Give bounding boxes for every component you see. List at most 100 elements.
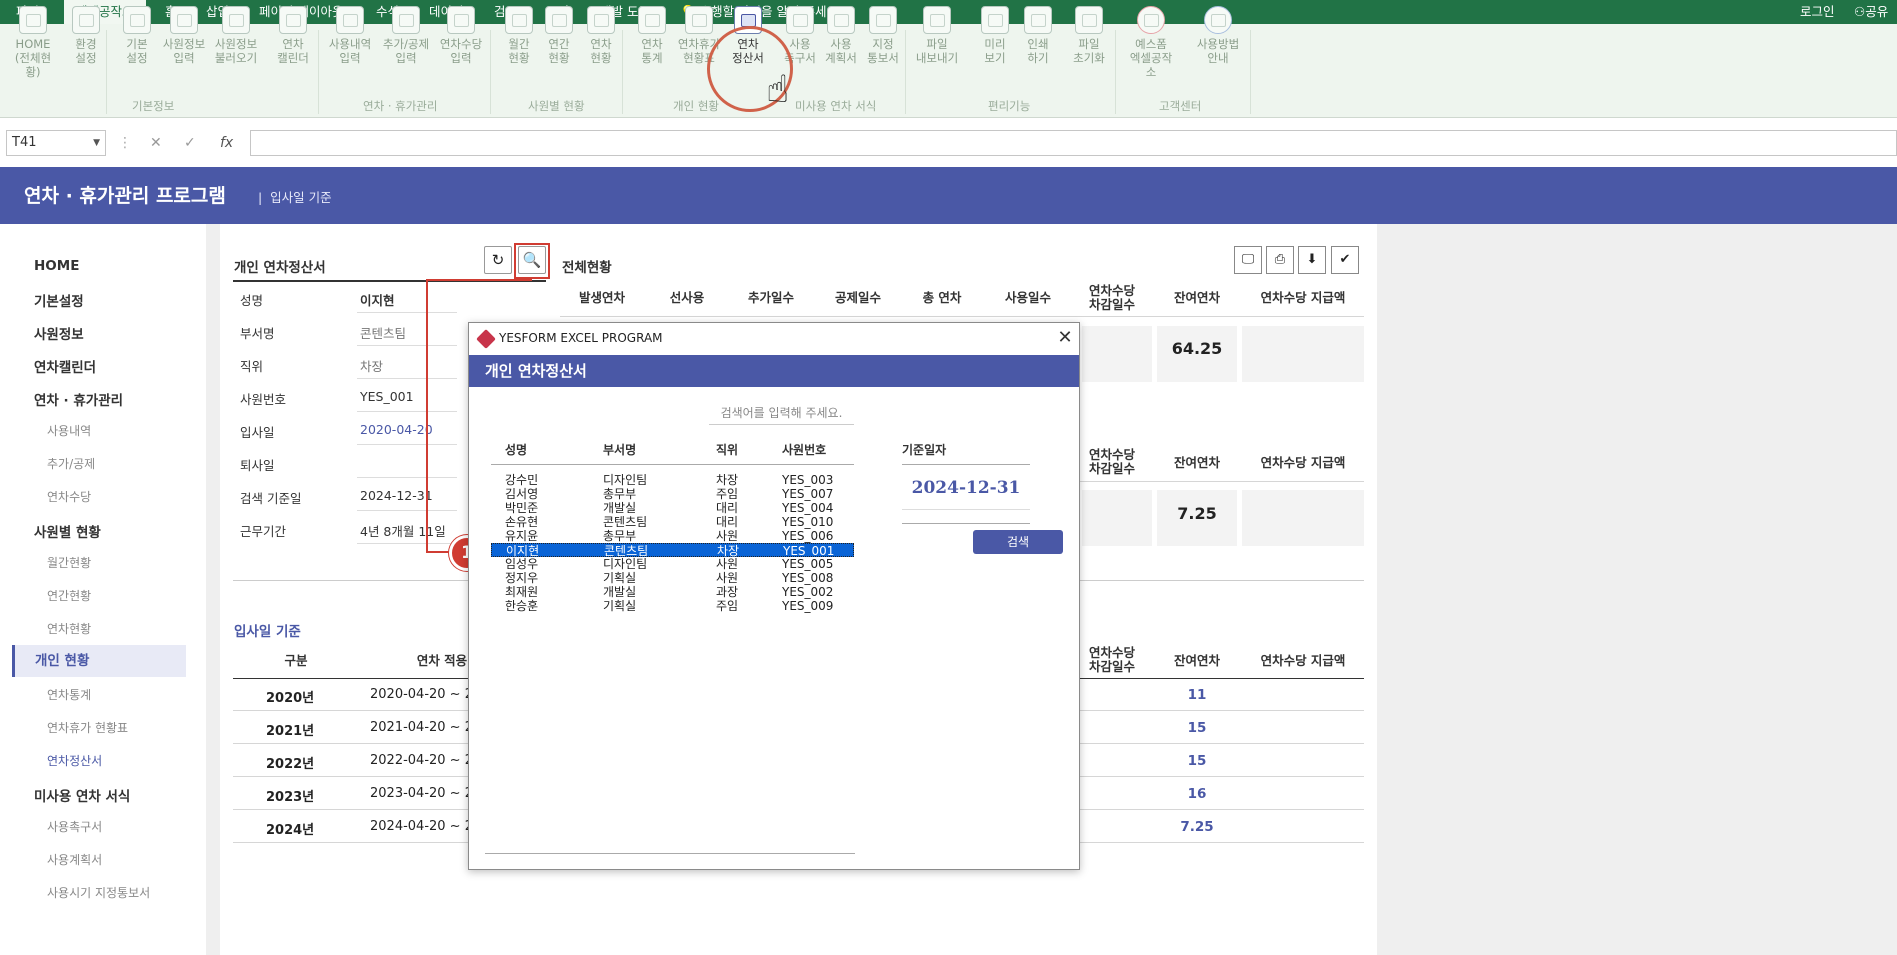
sidebar-item-monthly[interactable]: 월간현황 (47, 554, 91, 571)
dialog-app-title: YESFORM EXCEL PROGRAM (499, 331, 663, 345)
list-item-selected[interactable]: 이지현 콘텐츠팀 차장 YES_001 (491, 543, 854, 558)
field-value-hire-date: 2020-04-20 (360, 422, 433, 437)
sidebar-item-leave-table[interactable]: 연차휴가 현황표 (47, 719, 128, 736)
person-icon: ⚇ (1854, 4, 1866, 19)
sidebar-item-leave-status[interactable]: 연차현황 (47, 620, 91, 637)
cancel-icon[interactable]: ✕ (150, 130, 162, 156)
year-label: 2022년 (266, 757, 315, 772)
list-item[interactable]: 강수민 디자인팀 차장 YES_003 (491, 473, 854, 487)
list-item[interactable]: 정지우 기획실 사원 YES_008 (491, 571, 854, 585)
col-header-category: 구분 (284, 653, 308, 668)
ribbon-separator (490, 30, 491, 114)
search-highlight-box (514, 243, 550, 279)
dialog-search-button[interactable]: 검색 (973, 530, 1063, 554)
enter-icon[interactable]: ✓ (184, 130, 196, 156)
name-box[interactable]: T41 ▼ (6, 130, 106, 156)
sidebar-item-basic-setup[interactable]: 기본설정 (34, 290, 84, 310)
list-item[interactable]: 손유현 콘텐츠팀 대리 YES_010 (491, 515, 854, 529)
screen-button[interactable]: 🖵 (1234, 246, 1262, 274)
sidebar-item-add-deduct[interactable]: 추가/공제 (47, 455, 95, 472)
confirm-button[interactable]: ✔ (1331, 246, 1359, 274)
printer-icon (1024, 6, 1052, 34)
field-value-dept: 콘텐츠팀 (360, 326, 407, 341)
year-range: 2022-04-20 ~ 2 (370, 753, 473, 768)
sidebar: HOME 기본설정 사원정보 연차캘린더 연차 · 휴가관리 사용내역 추가/공… (0, 224, 206, 955)
sidebar-item-personal[interactable]: 개인 현황 (12, 645, 186, 677)
ribbon-basic-setup-button[interactable]: 기본 설정 (112, 6, 162, 65)
formula-input[interactable] (250, 130, 1897, 156)
ribbon-guide-button[interactable]: 사용방법 안내 (1193, 6, 1243, 65)
hand-pointer-icon: ☝ (766, 67, 790, 111)
year-label: 2024년 (266, 823, 315, 838)
sidebar-item-yearly[interactable]: 연간현황 (47, 587, 91, 604)
base-date-value[interactable]: 2024-12-31 (902, 478, 1030, 498)
sidebar-item-stats[interactable]: 연차통계 (47, 686, 91, 703)
import-icon (222, 6, 250, 34)
year-range: 2020-04-20 ~ 2 (370, 687, 473, 702)
field-label-employee-id: 사원번호 (240, 392, 287, 407)
sidebar-item-allowance[interactable]: 연차수당 (47, 488, 91, 505)
grid-pencil-icon (545, 6, 573, 34)
sidebar-item-settlement[interactable]: 연차정산서 (47, 752, 102, 769)
download-button[interactable]: ⬇ (1298, 246, 1326, 274)
chevron-down-icon[interactable]: ▼ (93, 131, 100, 155)
year-range: 2021-04-20 ~ 2 (370, 720, 473, 735)
divider (902, 464, 1030, 465)
field-label-hire-date: 입사일 (240, 425, 275, 440)
refresh-icon: ↻ (491, 251, 505, 269)
ribbon-stats-button[interactable]: 연차 통계 (627, 6, 677, 65)
divider (902, 509, 1030, 510)
list-item[interactable]: 박민준 개발실 대리 YES_004 (491, 501, 854, 515)
year-range: 2024-04-20 ~ 2 (370, 819, 473, 834)
sidebar-item-plan-form[interactable]: 사용계획서 (47, 851, 102, 868)
list-item[interactable]: 최재원 개발실 과장 YES_002 (491, 585, 854, 599)
ribbon-yesform-button[interactable]: 예스폼 엑셀공작소 (1126, 6, 1176, 79)
ribbon-separator (622, 30, 623, 114)
share-button[interactable]: ⚇공유 (1854, 0, 1888, 24)
ribbon-leave-status-button[interactable]: 연차 현황 (576, 6, 626, 65)
sidebar-item-leave-calendar[interactable]: 연차캘린더 (34, 356, 96, 376)
dialog-header: 개인 연차정산서 (469, 355, 1079, 387)
sidebar-item-usage-history[interactable]: 사용내역 (47, 422, 91, 439)
ribbon-reset-button[interactable]: 파일 초기화 (1064, 6, 1114, 65)
ribbon-add-deduct-button[interactable]: 추가/공제 입력 (381, 6, 431, 65)
sidebar-item-unused-forms[interactable]: 미사용 연차 서식 (34, 785, 130, 805)
ribbon-employee-load-button[interactable]: 사원정보 불러오기 (211, 6, 261, 65)
ribbon-allowance-input-button[interactable]: 연차수당 입력 (436, 6, 486, 65)
list-item[interactable]: 한승훈 기획실 주임 YES_009 (491, 599, 854, 613)
ribbon-notice-form-button[interactable]: 지정 통보서 (858, 6, 908, 65)
list-item[interactable]: 유지윤 총무부 사원 YES_006 (491, 529, 854, 543)
login-link[interactable]: 로그인 (1800, 0, 1835, 24)
ribbon-usage-input-button[interactable]: 사용내역 입력 (325, 6, 375, 65)
divider (357, 510, 457, 511)
col-header-occurred: 발생연차 (578, 290, 625, 305)
refresh-button[interactable]: ↻ (484, 246, 512, 274)
ribbon-print-button[interactable]: 인쇄 하기 (1013, 6, 1063, 65)
field-label-dept: 부서명 (240, 326, 275, 341)
ribbon-settings-button[interactable]: 환경 설정 (61, 6, 111, 65)
sidebar-item-by-employee[interactable]: 사원별 현황 (34, 521, 101, 541)
sidebar-item-employee-info[interactable]: 사원정보 (34, 323, 84, 343)
ribbon-employee-input-button[interactable]: 사원정보 입력 (159, 6, 209, 65)
year-remaining: 16 (1187, 786, 1207, 802)
pencil-sheet-icon (336, 6, 364, 34)
divider (357, 345, 457, 346)
sidebar-item-leave-management[interactable]: 연차 · 휴가관리 (34, 389, 123, 409)
fx-icon[interactable]: fx (220, 130, 233, 156)
list-item[interactable]: 임성우 디자인팀 사원 YES_005 (491, 557, 854, 571)
sidebar-item-home[interactable]: HOME (34, 258, 79, 274)
print-button[interactable]: ⎙ (1266, 246, 1294, 274)
list-header-name: 성명 (505, 443, 528, 457)
divider (357, 543, 457, 544)
list-item[interactable]: 김서영 총무부 주임 YES_007 (491, 487, 854, 501)
close-icon[interactable]: ✕ (1055, 327, 1075, 348)
ribbon-export-button[interactable]: 파일 내보내기 (912, 6, 962, 65)
ribbon-calendar-button[interactable]: 연차 캘린더 (268, 6, 318, 65)
sidebar-item-notice-form[interactable]: 사용시기 지정통보서 (47, 884, 150, 901)
dialog-search-input[interactable]: 검색어를 입력해 주세요. (709, 401, 854, 425)
divider (357, 477, 457, 478)
col-header-allowance-days: 연차수당 차감일수 (1088, 645, 1135, 674)
sidebar-item-urge-form[interactable]: 사용촉구서 (47, 818, 102, 835)
ribbon-home-button[interactable]: HOME (전체현황) (8, 6, 58, 79)
employee-listbox[interactable]: 강수민 디자인팀 차장 YES_003 김서영 총무부 주임 YES_007 박민준 개발실 대… (491, 473, 854, 841)
